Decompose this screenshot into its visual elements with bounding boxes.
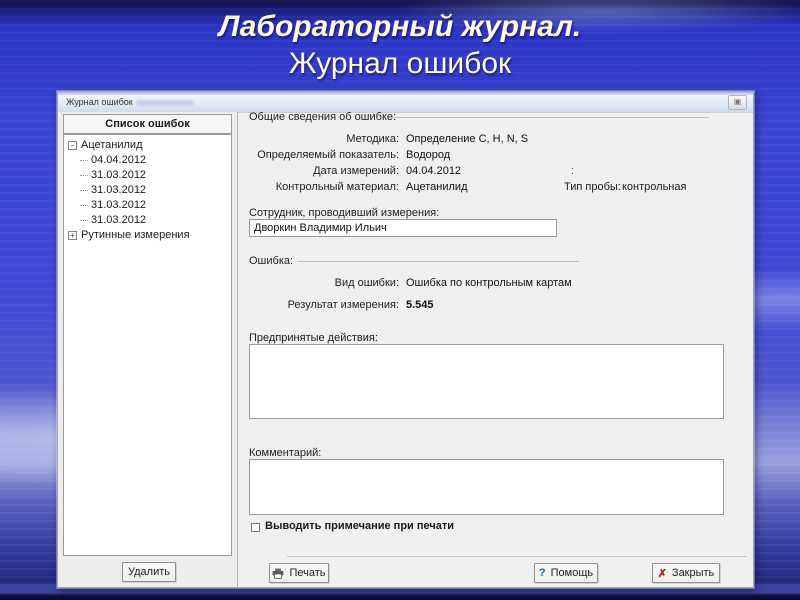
error-details-panel: Общие сведения об ошибке: Методика: Опре… <box>239 111 753 587</box>
slide-title-line1: Лабораторный журнал. <box>218 10 582 43</box>
help-button[interactable]: ? Помощь <box>534 563 598 583</box>
print-note-checkbox-label: Выводить примечание при печати <box>265 520 454 532</box>
employee-label: Сотрудник, проводивший измерения: <box>249 207 440 219</box>
tree-item-acetanilide[interactable]: − Ацетанилид <box>64 138 231 153</box>
method-value: Определение C, H, N, S <box>406 133 529 145</box>
tree-item-label: Ацетанилид <box>81 139 143 151</box>
tree-connector <box>80 205 88 206</box>
actions-label: Предпринятые действия: <box>249 332 378 344</box>
tree-item-date[interactable]: 31.03.2012 <box>64 168 231 183</box>
form-row-method: Методика: Определение C, H, N, S <box>249 133 769 145</box>
collapse-icon[interactable]: − <box>68 141 77 150</box>
close-button-label: Закрыть <box>671 567 715 579</box>
date-label: Дата измерений: <box>313 165 399 177</box>
material-label: Контрольный материал: <box>275 181 399 193</box>
actions-textarea[interactable] <box>249 344 724 419</box>
tree-item-label: Рутинные измерения <box>81 229 190 241</box>
form-row-date: Дата измерений: 04.04.2012 <box>249 165 769 177</box>
slide-title-line2: Журнал ошибок <box>288 47 512 80</box>
tree-item-routine[interactable]: + Рутинные измерения <box>64 228 231 243</box>
form-row-indicator: Определяемый показатель: Водород <box>249 149 769 161</box>
result-value: 5.545 <box>406 299 434 311</box>
indicator-label: Определяемый показатель: <box>257 149 399 161</box>
print-button-label: Печать <box>289 567 326 579</box>
tree-item-label: 31.03.2012 <box>91 169 147 181</box>
stray-colon: : <box>571 165 575 177</box>
form-row-error-kind: Вид ошибки: Ошибка по контрольным картам <box>249 277 769 289</box>
error-list-panel: Список ошибок − Ацетанилид 04.04.2012 31… <box>58 112 238 587</box>
tree-item-date[interactable]: 31.03.2012 <box>64 213 231 228</box>
tree-item-date[interactable]: 31.03.2012 <box>64 183 231 198</box>
error-journal-window: Журнал ошибок ▣ Список ошибок − Ацетанил… <box>57 91 754 588</box>
employee-input[interactable] <box>249 219 557 237</box>
result-label: Результат измерения: <box>287 299 399 311</box>
help-icon: ? <box>538 567 546 579</box>
delete-button[interactable]: Удалить <box>122 562 176 582</box>
error-kind-label: Вид ошибки: <box>334 277 399 289</box>
date-value: 04.04.2012 <box>406 165 462 177</box>
error-kind-value: Ошибка по контрольным картам <box>406 277 572 289</box>
close-window-icon[interactable]: ▣ <box>728 95 747 110</box>
help-button-label: Помощь <box>550 567 594 579</box>
tree-item-label: 31.03.2012 <box>91 184 147 196</box>
printer-icon <box>273 568 284 579</box>
slide-title: Лабораторный журнал. Журнал ошибок <box>0 8 800 82</box>
comment-label: Комментарий: <box>249 447 322 459</box>
expand-icon[interactable]: + <box>68 231 77 240</box>
window-title: Журнал ошибок <box>66 97 133 107</box>
tree-item-label: 04.04.2012 <box>91 154 147 166</box>
error-tree[interactable]: − Ацетанилид 04.04.2012 31.03.2012 31.03… <box>63 134 232 556</box>
tree-item-label: 31.03.2012 <box>91 214 147 226</box>
material-value: Ацетанилид <box>406 181 468 193</box>
section-divider <box>297 261 579 262</box>
close-button[interactable]: ✗ Закрыть <box>652 563 720 583</box>
tree-connector <box>80 220 88 221</box>
comment-textarea[interactable] <box>249 459 724 515</box>
close-x-icon: ✗ <box>657 567 667 580</box>
sample-type-value: контрольная <box>622 181 687 193</box>
titlebar-smudge <box>136 100 194 106</box>
tree-item-date[interactable]: 31.03.2012 <box>64 198 231 213</box>
tree-connector <box>80 160 88 161</box>
form-row-material: Контрольный материал: Ацетанилид <box>249 181 769 193</box>
tree-item-label: 31.03.2012 <box>91 199 147 211</box>
tree-connector <box>80 190 88 191</box>
delete-button-label: Удалить <box>128 566 170 578</box>
titlebar-accent <box>58 92 753 95</box>
buttons-divider <box>287 556 747 557</box>
window-titlebar[interactable]: Журнал ошибок ▣ <box>58 92 753 113</box>
tree-item-date[interactable]: 04.04.2012 <box>64 153 231 168</box>
print-button[interactable]: Печать <box>269 563 329 583</box>
error-list-header: Список ошибок <box>63 114 232 134</box>
general-section-title: Общие сведения об ошибке: <box>249 111 397 123</box>
section-divider <box>389 117 709 118</box>
indicator-value: Водород <box>406 149 451 161</box>
tree-connector <box>80 175 88 176</box>
sample-type-label: Тип пробы: <box>564 181 621 193</box>
error-section-title: Ошибка: <box>249 255 294 267</box>
method-label: Методика: <box>346 133 399 145</box>
print-note-checkbox[interactable] <box>251 523 260 532</box>
form-row-result: Результат измерения: 5.545 <box>249 299 769 311</box>
